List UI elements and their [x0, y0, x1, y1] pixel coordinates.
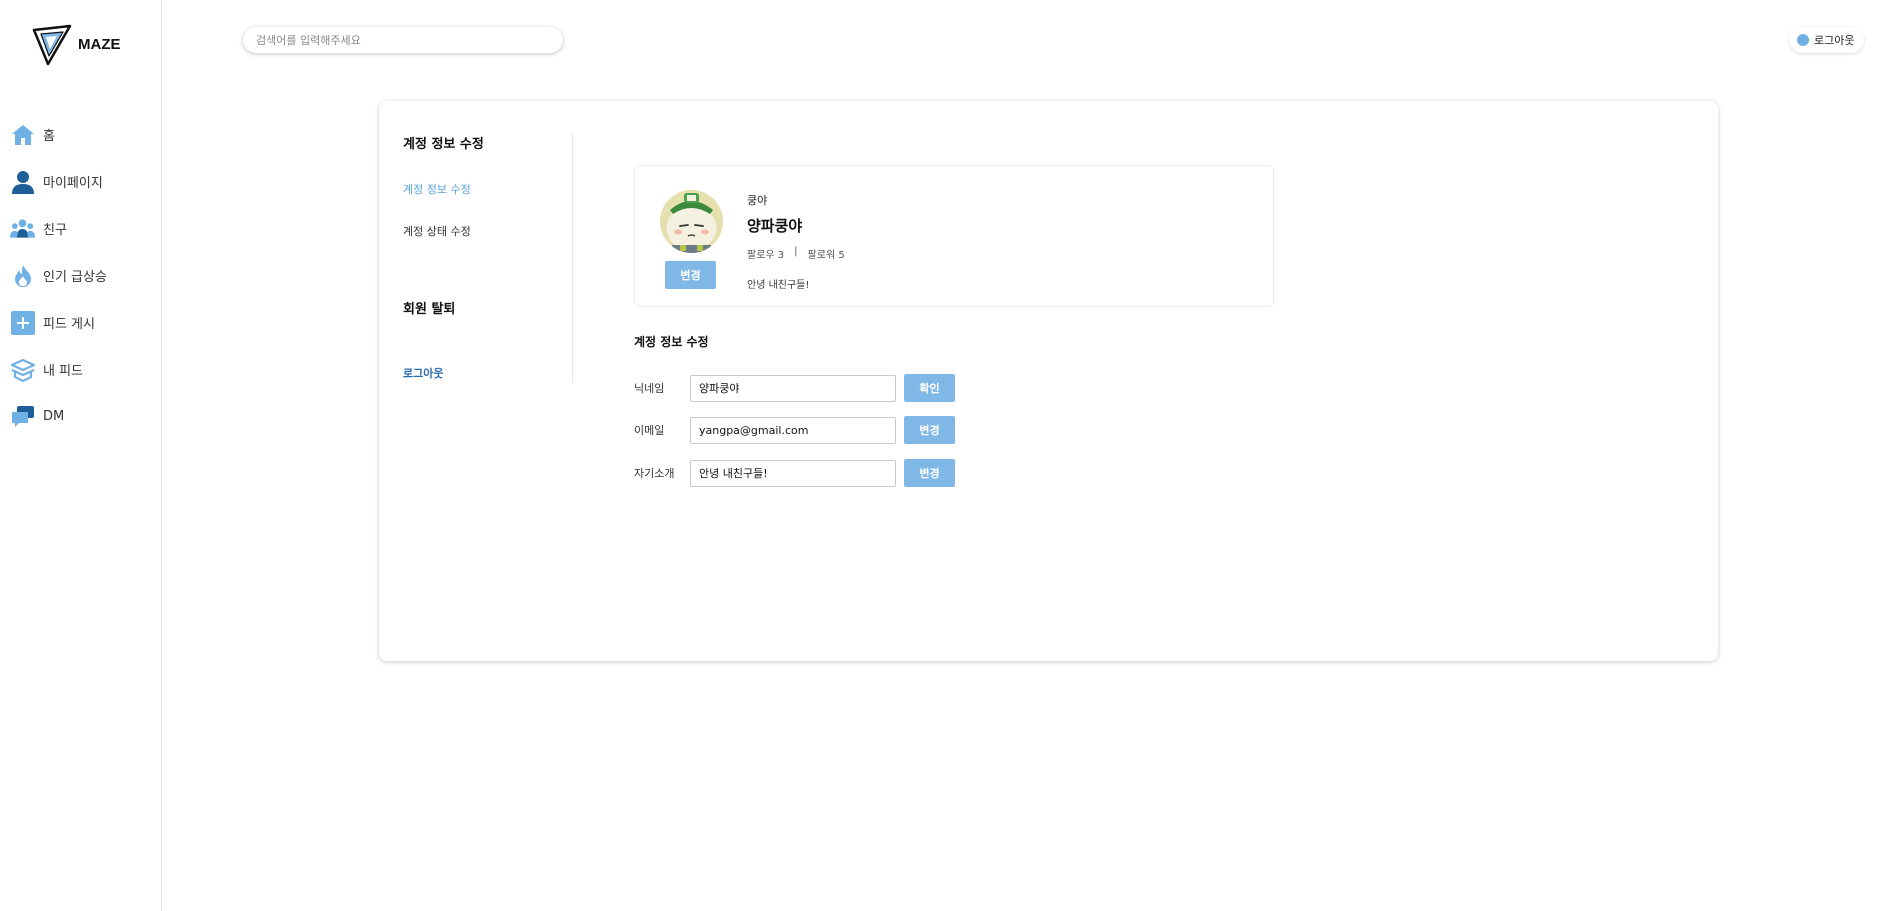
following-label: 팔로우: [747, 250, 775, 261]
profile-name: 양파쿵야: [747, 217, 803, 235]
user-icon: [10, 169, 35, 194]
avatar: [660, 190, 723, 253]
nickname-field[interactable]: [690, 374, 896, 402]
plus-icon: [10, 310, 35, 335]
chat-icon: [10, 404, 35, 429]
profile-nickname-small: 쿵야: [747, 194, 768, 207]
account-form-title: 계정 정보 수정: [634, 335, 709, 349]
bio-row: 자기소개 변경: [634, 458, 955, 488]
status-dot-icon: [1797, 34, 1809, 46]
sidebar-item-label: 마이페이지: [43, 176, 103, 191]
sidebar-item-label: DM: [43, 409, 65, 424]
email-change-button[interactable]: 변경: [904, 416, 955, 444]
follow-separator: |: [794, 246, 798, 257]
fire-icon: [10, 263, 35, 288]
nickname-label: 닉네임: [634, 382, 665, 395]
sidebar-item-trending[interactable]: 인기 급상승: [10, 252, 107, 299]
change-avatar-button[interactable]: 변경: [665, 261, 716, 289]
following-stat[interactable]: 팔로우 3: [747, 246, 784, 261]
search-input[interactable]: [243, 27, 563, 53]
logo-text: MAZE: [78, 35, 121, 53]
bio-label: 자기소개: [634, 467, 675, 480]
bio-change-button[interactable]: 변경: [904, 459, 955, 487]
settings-menu: 계정 정보 수정 계정 정보 수정 계정 상태 수정 회원 탈퇴 로그아웃: [403, 133, 573, 383]
sidebar-item-mypage[interactable]: 마이페이지: [10, 158, 107, 205]
logout-button[interactable]: 로그아웃: [1789, 27, 1865, 53]
followers-stat[interactable]: 팔로워 5: [808, 246, 845, 261]
sidebar-item-label: 홈: [43, 129, 55, 144]
menu-item-edit-account[interactable]: 계정 정보 수정: [403, 181, 471, 197]
sidebar-item-label: 내 피드: [43, 364, 84, 379]
feed-icon: [10, 357, 35, 382]
sidebar-item-home[interactable]: 홈: [10, 111, 107, 158]
sidebar-item-label: 인기 급상승: [43, 270, 107, 285]
email-label: 이메일: [634, 424, 665, 437]
bio-field[interactable]: [690, 459, 896, 487]
nickname-row: 닉네임 확인: [634, 373, 955, 403]
nickname-confirm-button[interactable]: 확인: [904, 374, 955, 402]
profile-follow-stats: 팔로우 3 | 팔로워 5: [747, 246, 845, 261]
sidebar-item-dm[interactable]: DM: [10, 393, 107, 440]
sidebar-item-label: 피드 게시: [43, 317, 95, 332]
onion-character-avatar-icon: [660, 190, 723, 253]
logo[interactable]: MAZE: [30, 22, 121, 66]
maze-logo-icon: [32, 24, 72, 66]
sidebar-nav: 홈 마이페이지 친구 인기 급상승 피드 게시 내 피드 DM: [10, 111, 107, 440]
sidebar: MAZE 홈 마이페이지 친구 인기 급상승 피드 게시 내 피드 DM: [0, 0, 162, 911]
sidebar-item-my-feed[interactable]: 내 피드: [10, 346, 107, 393]
friends-icon: [10, 216, 35, 241]
email-field[interactable]: [690, 416, 896, 444]
menu-item-logout[interactable]: 로그아웃: [403, 365, 443, 381]
sidebar-item-friends[interactable]: 친구: [10, 205, 107, 252]
settings-card: 계정 정보 수정 계정 정보 수정 계정 상태 수정 회원 탈퇴 로그아웃 변경…: [379, 101, 1718, 661]
email-row: 이메일 변경: [634, 415, 955, 445]
settings-menu-heading: 계정 정보 수정: [403, 137, 484, 152]
following-count: 3: [777, 250, 785, 261]
sidebar-item-label: 친구: [43, 223, 67, 238]
profile-card: 변경 쿵야 양파쿵야 팔로우 3 | 팔로워 5 안녕 내친구들!: [634, 165, 1274, 307]
home-icon: [10, 122, 35, 147]
menu-item-account-status[interactable]: 계정 상태 수정: [403, 223, 471, 239]
followers-label: 팔로워: [807, 250, 836, 261]
logout-label: 로그아웃: [1814, 34, 1855, 47]
sidebar-item-post-feed[interactable]: 피드 게시: [10, 299, 107, 346]
menu-item-withdraw[interactable]: 회원 탈퇴: [403, 298, 455, 317]
followers-count: 5: [838, 250, 845, 261]
profile-bio: 안녕 내친구들!: [747, 280, 810, 291]
